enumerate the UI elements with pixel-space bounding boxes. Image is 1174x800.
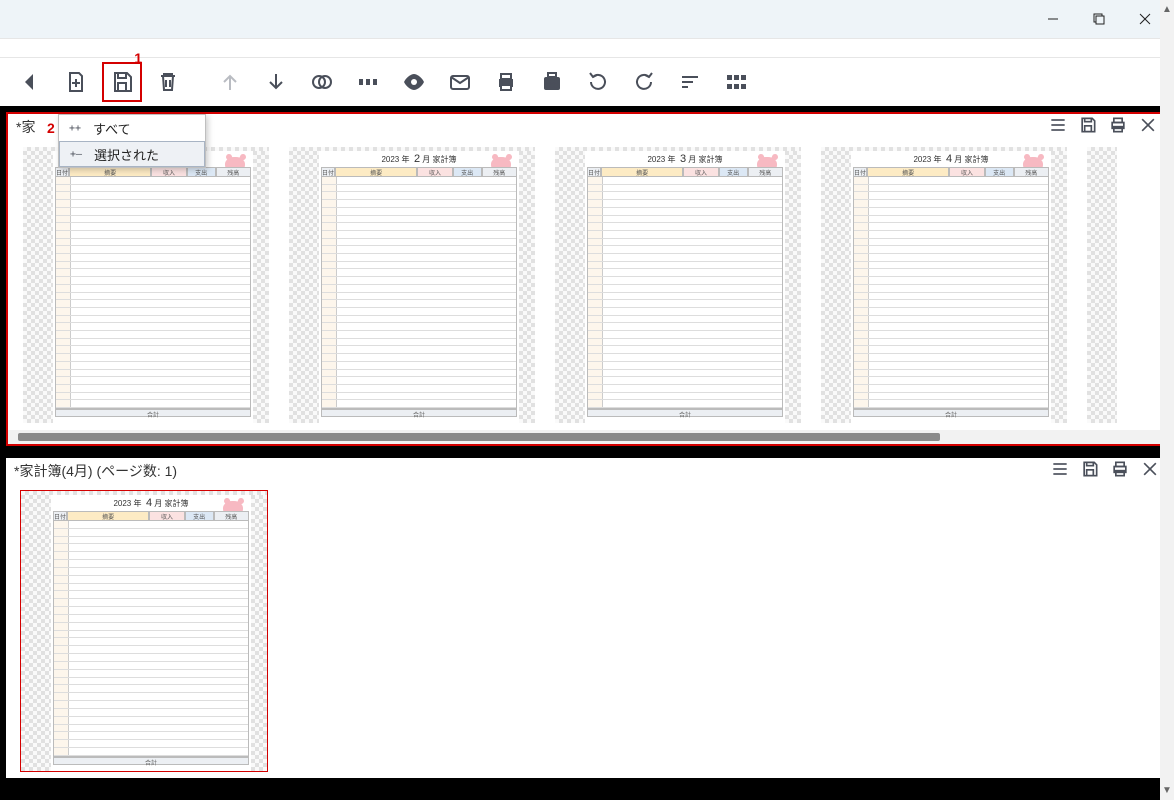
save-dropdown-menu: ++ すべて 2 +– 選択された	[58, 114, 206, 168]
rotate-right-button[interactable]	[624, 62, 664, 102]
save-all-icon: ++	[65, 123, 85, 134]
dropdown-item-label: 選択された	[94, 145, 159, 164]
group-actions	[1050, 459, 1160, 484]
fax-button[interactable]	[532, 62, 572, 102]
page-title: 2023 年 2 月 家計簿	[321, 153, 517, 165]
crop-button[interactable]	[348, 62, 388, 102]
dropdown-item-label: すべて	[93, 119, 131, 138]
save-selected-icon: +–	[66, 149, 86, 160]
menu-bar	[0, 38, 1174, 58]
page-thumbnail[interactable]: 2023 年 3 月 家計簿 日付摘要収入支出残高 合計	[554, 146, 802, 424]
document-group-1: ++ すべて 2 +– 選択された *家 ________________ 数:…	[6, 112, 1168, 446]
save-button[interactable]: 1	[102, 62, 142, 102]
back-button[interactable]	[10, 62, 50, 102]
main-toolbar: 1	[0, 58, 1174, 106]
print-button[interactable]	[486, 62, 526, 102]
group-header: *家計簿(4月) (ページ数: 1)	[6, 458, 1168, 484]
page-thumbnail[interactable]: 2023 年 1 月 家計簿 日付摘要収入支出残高 合計	[22, 146, 270, 424]
page-title: 2023 年 3 月 家計簿	[587, 153, 783, 165]
group-title: *家計簿(4月) (ページ数: 1)	[14, 461, 177, 481]
document-group-2: *家計簿(4月) (ページ数: 1) 2023 年 4 月 家計簿 日付摘要収入…	[6, 458, 1168, 778]
thumbnail-row: 2023 年 4 月 家計簿 日付摘要収入支出残高 合計	[6, 484, 1168, 778]
preview-button[interactable]	[394, 62, 434, 102]
dropdown-item-all[interactable]: ++ すべて	[59, 115, 205, 141]
move-down-button[interactable]	[256, 62, 296, 102]
content-area: ++ すべて 2 +– 選択された *家 ________________ 数:…	[0, 106, 1174, 800]
annotation-1: 1	[134, 50, 142, 66]
new-page-button[interactable]	[56, 62, 96, 102]
page-thumbnail[interactable]: 2023 年 2 月 家計簿 日付摘要収入支出残高 合計	[288, 146, 536, 424]
window-titlebar	[0, 0, 1174, 38]
mail-button[interactable]	[440, 62, 480, 102]
page-title: 2023 年 4 月 家計簿	[53, 497, 249, 509]
window-maximize-button[interactable]	[1076, 4, 1122, 34]
group-print-button[interactable]	[1108, 115, 1128, 140]
window-minimize-button[interactable]	[1030, 4, 1076, 34]
group-save-button[interactable]	[1080, 459, 1100, 484]
group-menu-button[interactable]	[1050, 459, 1070, 484]
page-thumbnail[interactable]	[1086, 146, 1126, 424]
page-thumbnail[interactable]: 2023 年 4 月 家計簿 日付摘要収入支出残高 合計	[20, 490, 268, 772]
page-title: 2023 年 4 月 家計簿	[853, 153, 1049, 165]
group-print-button[interactable]	[1110, 459, 1130, 484]
scroll-down-arrow[interactable]: ▼	[1162, 785, 1172, 796]
group-menu-button[interactable]	[1048, 115, 1068, 140]
vertical-scrollbar[interactable]: ▲ ▼	[1160, 106, 1174, 800]
grid-view-button[interactable]	[716, 62, 756, 102]
group-close-button[interactable]	[1140, 459, 1160, 484]
sort-button[interactable]	[670, 62, 710, 102]
group-actions	[1048, 115, 1158, 140]
dropdown-item-selected[interactable]: 2 +– 選択された	[59, 141, 205, 167]
page-thumbnail[interactable]: 2023 年 4 月 家計簿 日付摘要収入支出残高 合計	[820, 146, 1068, 424]
group-close-button[interactable]	[1138, 115, 1158, 140]
thumbnail-row: 2023 年 1 月 家計簿 日付摘要収入支出残高 合計 2023 年 2 月 …	[8, 140, 1166, 430]
delete-button[interactable]	[148, 62, 188, 102]
compare-button[interactable]	[302, 62, 342, 102]
horizontal-scrollbar[interactable]	[8, 430, 1166, 444]
move-up-button[interactable]	[210, 62, 250, 102]
group-save-button[interactable]	[1078, 115, 1098, 140]
annotation-2: 2	[47, 120, 55, 136]
rotate-left-button[interactable]	[578, 62, 618, 102]
